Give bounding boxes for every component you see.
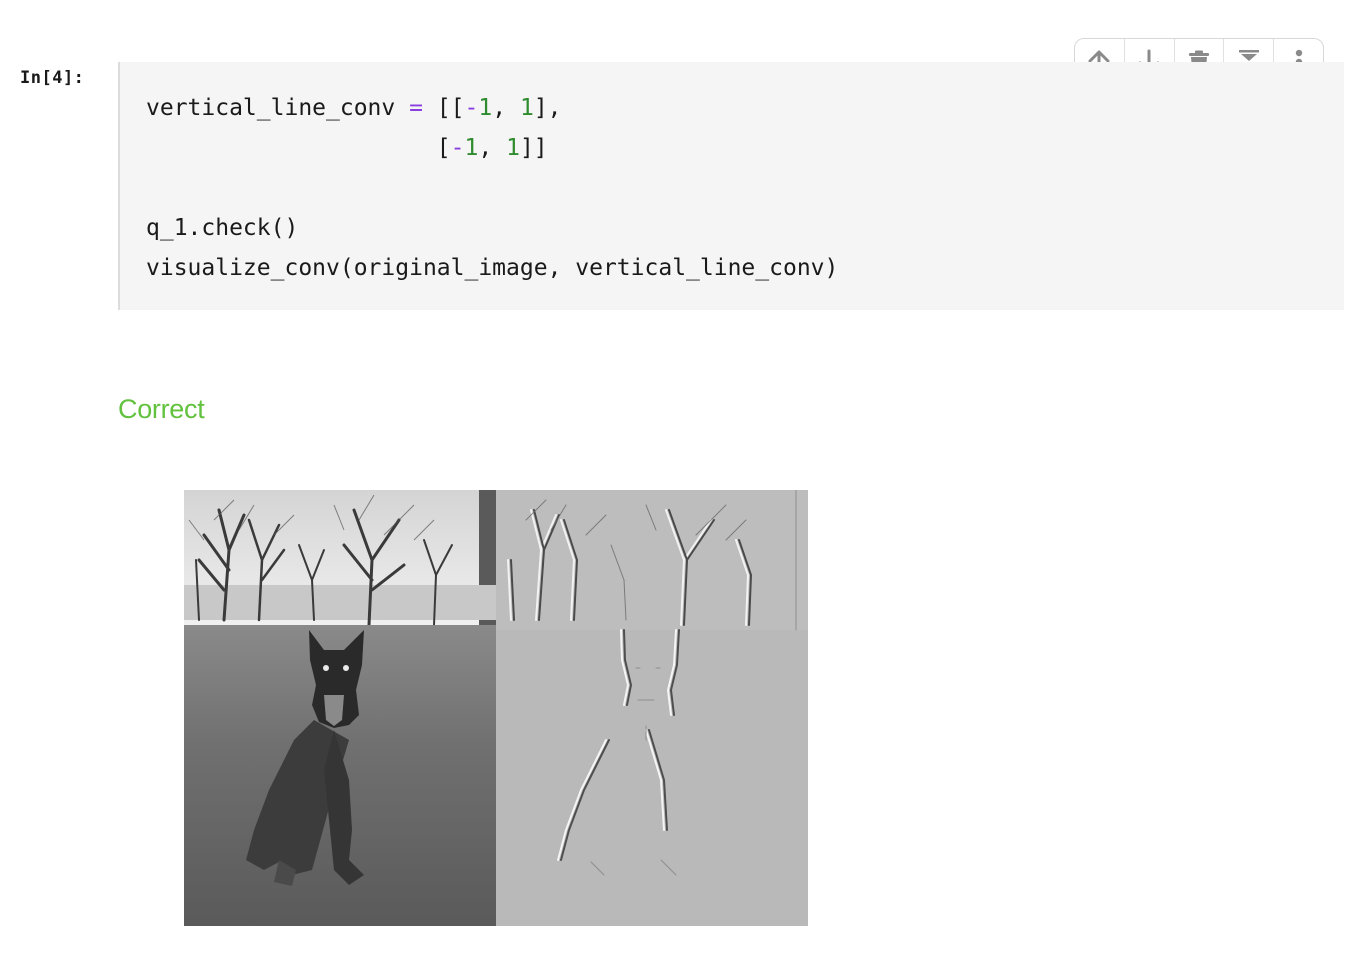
original-image-panel [184, 490, 496, 926]
code-line-4: q_1.check() [146, 215, 299, 241]
assign-operator: = [409, 95, 423, 121]
code-line-1: vertical_line_conv = [[-1, 1], [146, 88, 838, 128]
number: 1 [519, 95, 534, 121]
code-line-5: visualize_conv(original_image, vertical_… [146, 255, 839, 281]
code-editor[interactable]: vertical_line_conv = [[-1, 1], [-1, 1]] … [146, 88, 838, 288]
number: 1 [464, 135, 479, 161]
comma: , [492, 95, 507, 121]
code-line-2: [-1, 1]] [146, 128, 838, 168]
check-result-text: Correct [118, 394, 205, 424]
code-cell[interactable]: vertical_line_conv = [[-1, 1], [-1, 1]] … [118, 62, 1344, 310]
minus-operator: - [464, 95, 479, 121]
output-image [184, 490, 808, 926]
number: 1 [478, 95, 493, 121]
minus-operator: - [450, 135, 465, 161]
number: 1 [506, 135, 520, 161]
bracket: [ [436, 135, 451, 161]
original-photo [184, 490, 496, 926]
bracket: ]] [519, 135, 548, 161]
convolved-photo [496, 490, 808, 926]
variable-name: vertical_line_conv [146, 95, 396, 121]
convolved-image-panel [496, 490, 808, 926]
cell-prompt: In[4]: [20, 68, 85, 88]
bracket: [[ [436, 95, 465, 121]
bracket: ], [533, 95, 562, 121]
comma: , [478, 135, 493, 161]
